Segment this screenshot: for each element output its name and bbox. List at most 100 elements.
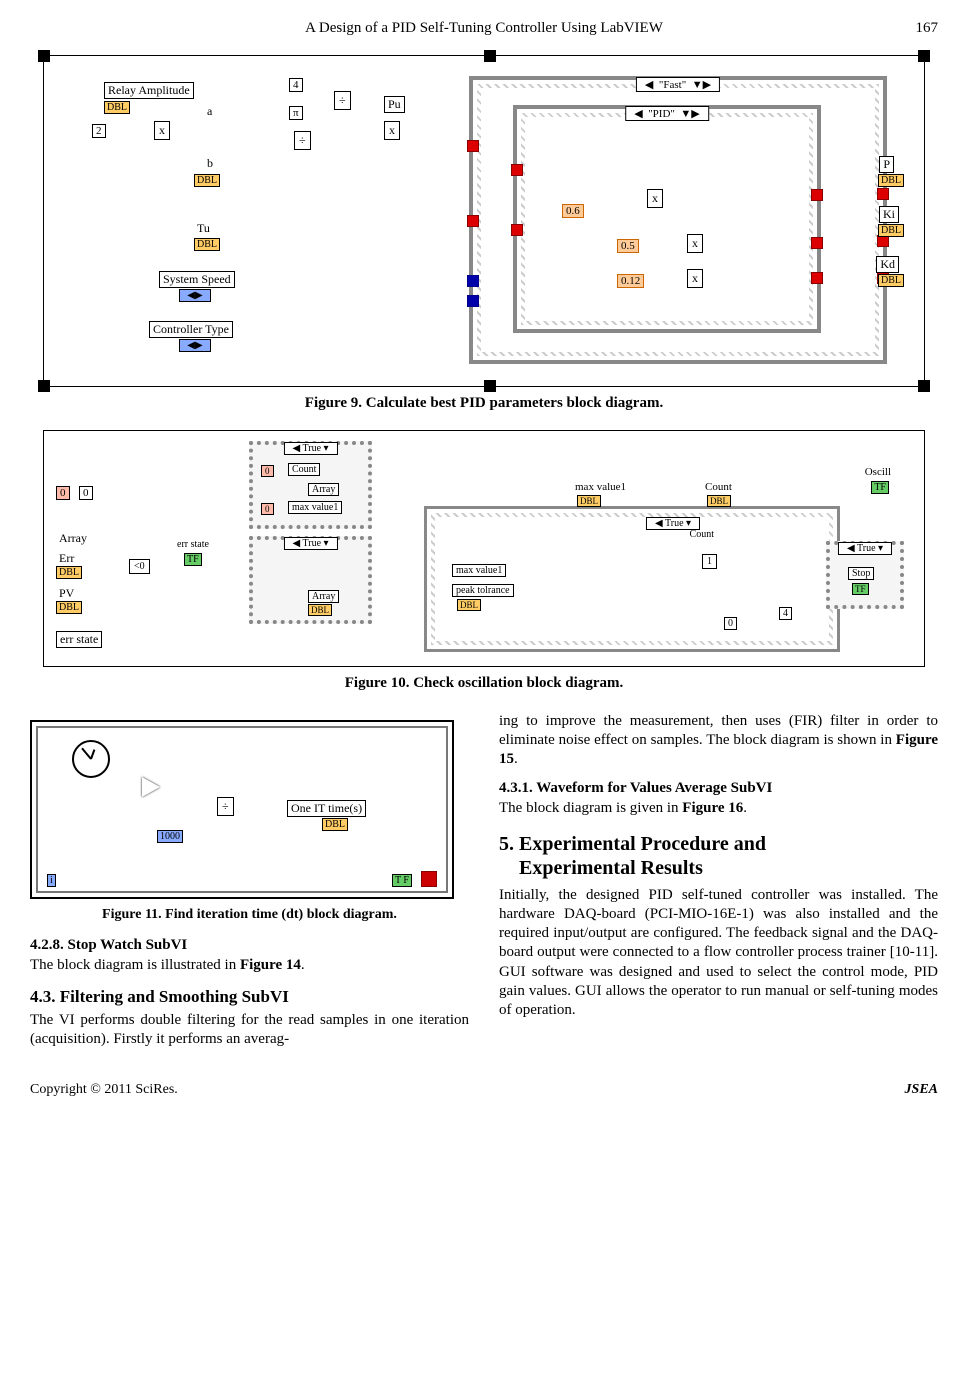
div-op: ÷ — [217, 797, 234, 816]
peak-dbl: DBL — [457, 599, 481, 611]
stop-hdr: ◀ True ▾ — [838, 542, 892, 555]
fig10-caption: Figure 10. Check oscillation block diagr… — [30, 675, 938, 692]
maxv2-lbl: max value1 — [452, 564, 506, 577]
fig9-caption: Figure 9. Calculate best PID parameters … — [30, 395, 938, 412]
const-4: 4 — [779, 607, 792, 620]
journal-abbr: JSEA — [905, 1082, 938, 1098]
sec-431-head: 4.3.1. Waveform for Values Average SubVI — [499, 780, 938, 797]
case-top-hdr: ◀ True ▾ — [283, 442, 337, 455]
case-pid: ◀ "PID" ▼▶ 0.6 0.5 0.12 x x x — [513, 105, 821, 333]
mult-ki: x — [687, 234, 703, 253]
fig11-caption: Figure 11. Find iteration time (dt) bloc… — [30, 907, 469, 923]
sec-428-body: The block diagram is illustrated in Figu… — [30, 956, 469, 975]
const-05: 0.5 — [617, 239, 639, 253]
figure-11: ÷ 1000 One IT time(s) DBL i T F — [30, 720, 469, 899]
const-0: 0 — [724, 617, 737, 630]
figure-9: Relay Amplitude DBL 2 x a 4 π ÷ b DBL ÷ … — [30, 55, 938, 387]
page-footer: Copyright © 2011 SciRes. JSEA — [30, 1082, 938, 1098]
sec-431-body: The block diagram is given in Figure 16. — [499, 799, 938, 818]
seq-frame: max value1 DBL Count DBL ◀ True ▾ Count … — [424, 506, 840, 652]
const-4: 4 — [289, 78, 303, 92]
maxv1-lbl: max value1 — [572, 481, 629, 493]
p-label: P — [879, 156, 894, 173]
tf-node: T F — [392, 874, 412, 887]
count-inner: Count — [687, 529, 717, 540]
maxv1-dbl: DBL — [577, 495, 601, 507]
fig9-diagram: Relay Amplitude DBL 2 x a 4 π ÷ b DBL ÷ … — [43, 55, 925, 387]
stop-tf: TF — [852, 583, 869, 595]
sec-5-head: 5. Experimental Procedure and Experiment… — [499, 832, 938, 880]
errstate-lbl: err state — [56, 631, 102, 648]
sec-43-head: 4.3. Filtering and Smoothing SubVI — [30, 987, 469, 1007]
stop-lbl: Stop — [848, 567, 874, 580]
errstate2-lbl: err state — [174, 539, 212, 550]
fig10-diagram: 0 0 Array Err DBL PV DBL err state <0 er… — [43, 430, 925, 667]
running-title: A Design of a PID Self-Tuning Controller… — [80, 20, 888, 37]
pv-dbl: DBL — [56, 601, 82, 614]
count-lbl: Count — [702, 481, 735, 493]
div-op-2: ÷ — [294, 131, 311, 150]
case-bot: ◀ True ▾ Array DBL — [249, 536, 372, 624]
case-bot-hdr: ◀ True ▾ — [283, 537, 337, 550]
clock-icon — [72, 740, 110, 778]
array-lbl: Array — [56, 531, 90, 546]
cb-array: Array — [308, 590, 339, 603]
stop-btn-icon — [421, 871, 437, 887]
mult-op-2: x — [384, 121, 400, 140]
sec-5-body: Initially, the designed PID self-tuned c… — [499, 886, 938, 1020]
right-column: ing to improve the measurement, then use… — [499, 710, 938, 1052]
lt0-op: <0 — [129, 559, 150, 574]
sub-op — [142, 777, 160, 797]
ct-count: Count — [288, 463, 320, 476]
const-06: 0.6 — [562, 204, 584, 218]
cont-para: ing to improve the measurement, then use… — [499, 712, 938, 770]
pu-label: Pu — [384, 96, 405, 113]
ki-label: Ki — [879, 206, 899, 223]
peak-lbl: peak tolrance — [452, 584, 514, 597]
oneit-dbl: DBL — [322, 818, 348, 831]
pv-lbl: PV — [56, 586, 77, 601]
const-1000: 1000 — [157, 830, 183, 843]
err-lbl: Err — [56, 551, 77, 566]
stop-case: ◀ True ▾ Stop TF — [826, 541, 904, 609]
const-2: 2 — [92, 124, 106, 138]
mult-p: x — [647, 189, 663, 208]
sys-speed-arrow: ◀▶ — [179, 289, 211, 302]
ct-maxv: max value1 — [288, 501, 342, 514]
const-012: 0.12 — [617, 274, 644, 288]
oscill-tf: TF — [871, 481, 889, 494]
sec-428-head: 4.2.8. Stop Watch SubVI — [30, 937, 469, 954]
const-pi: π — [289, 106, 303, 120]
ct-0a: 0 — [261, 465, 274, 477]
ct-array: Array — [308, 483, 339, 496]
ctrl-type-label: Controller Type — [149, 321, 233, 338]
left-column: ÷ 1000 One IT time(s) DBL i T F Figure 1… — [30, 710, 469, 1052]
p-dbl: DBL — [878, 174, 904, 187]
case-top: ◀ True ▾ 0 Count Array 0 max value1 — [249, 441, 372, 529]
ki-dbl: DBL — [878, 224, 904, 237]
div-op-1: ÷ — [334, 91, 351, 110]
oscill-lbl: Oscill — [862, 466, 894, 478]
fig11-diagram: ÷ 1000 One IT time(s) DBL i T F — [30, 720, 454, 899]
relay-amplitude-label: Relay Amplitude — [104, 82, 194, 99]
errstate-tf: TF — [184, 553, 202, 566]
mult-kd: x — [687, 269, 703, 288]
page-number: 167 — [888, 20, 938, 37]
count-dbl: DBL — [707, 495, 731, 507]
mult-op-1: x — [154, 121, 170, 140]
iter-i: i — [47, 874, 56, 887]
case-fast-header: ◀ "Fast" ▼▶ — [636, 77, 720, 92]
sr-0a: 0 — [56, 486, 70, 500]
page-header: A Design of a PID Self-Tuning Controller… — [30, 20, 938, 37]
b-dbl-tag: DBL — [194, 174, 220, 187]
sec-43-body: The VI performs double filtering for the… — [30, 1011, 469, 1049]
tu-label: Tu — [194, 221, 213, 236]
a-label: a — [204, 104, 215, 119]
case-pid-header: ◀ "PID" ▼▶ — [625, 106, 709, 121]
kd-dbl: DBL — [878, 274, 904, 287]
cb-dbl: DBL — [308, 604, 332, 616]
err-dbl: DBL — [56, 566, 82, 579]
oneit-lbl: One IT time(s) — [287, 800, 366, 817]
kd-label: Kd — [876, 256, 899, 273]
tu-dbl-tag: DBL — [194, 238, 220, 251]
